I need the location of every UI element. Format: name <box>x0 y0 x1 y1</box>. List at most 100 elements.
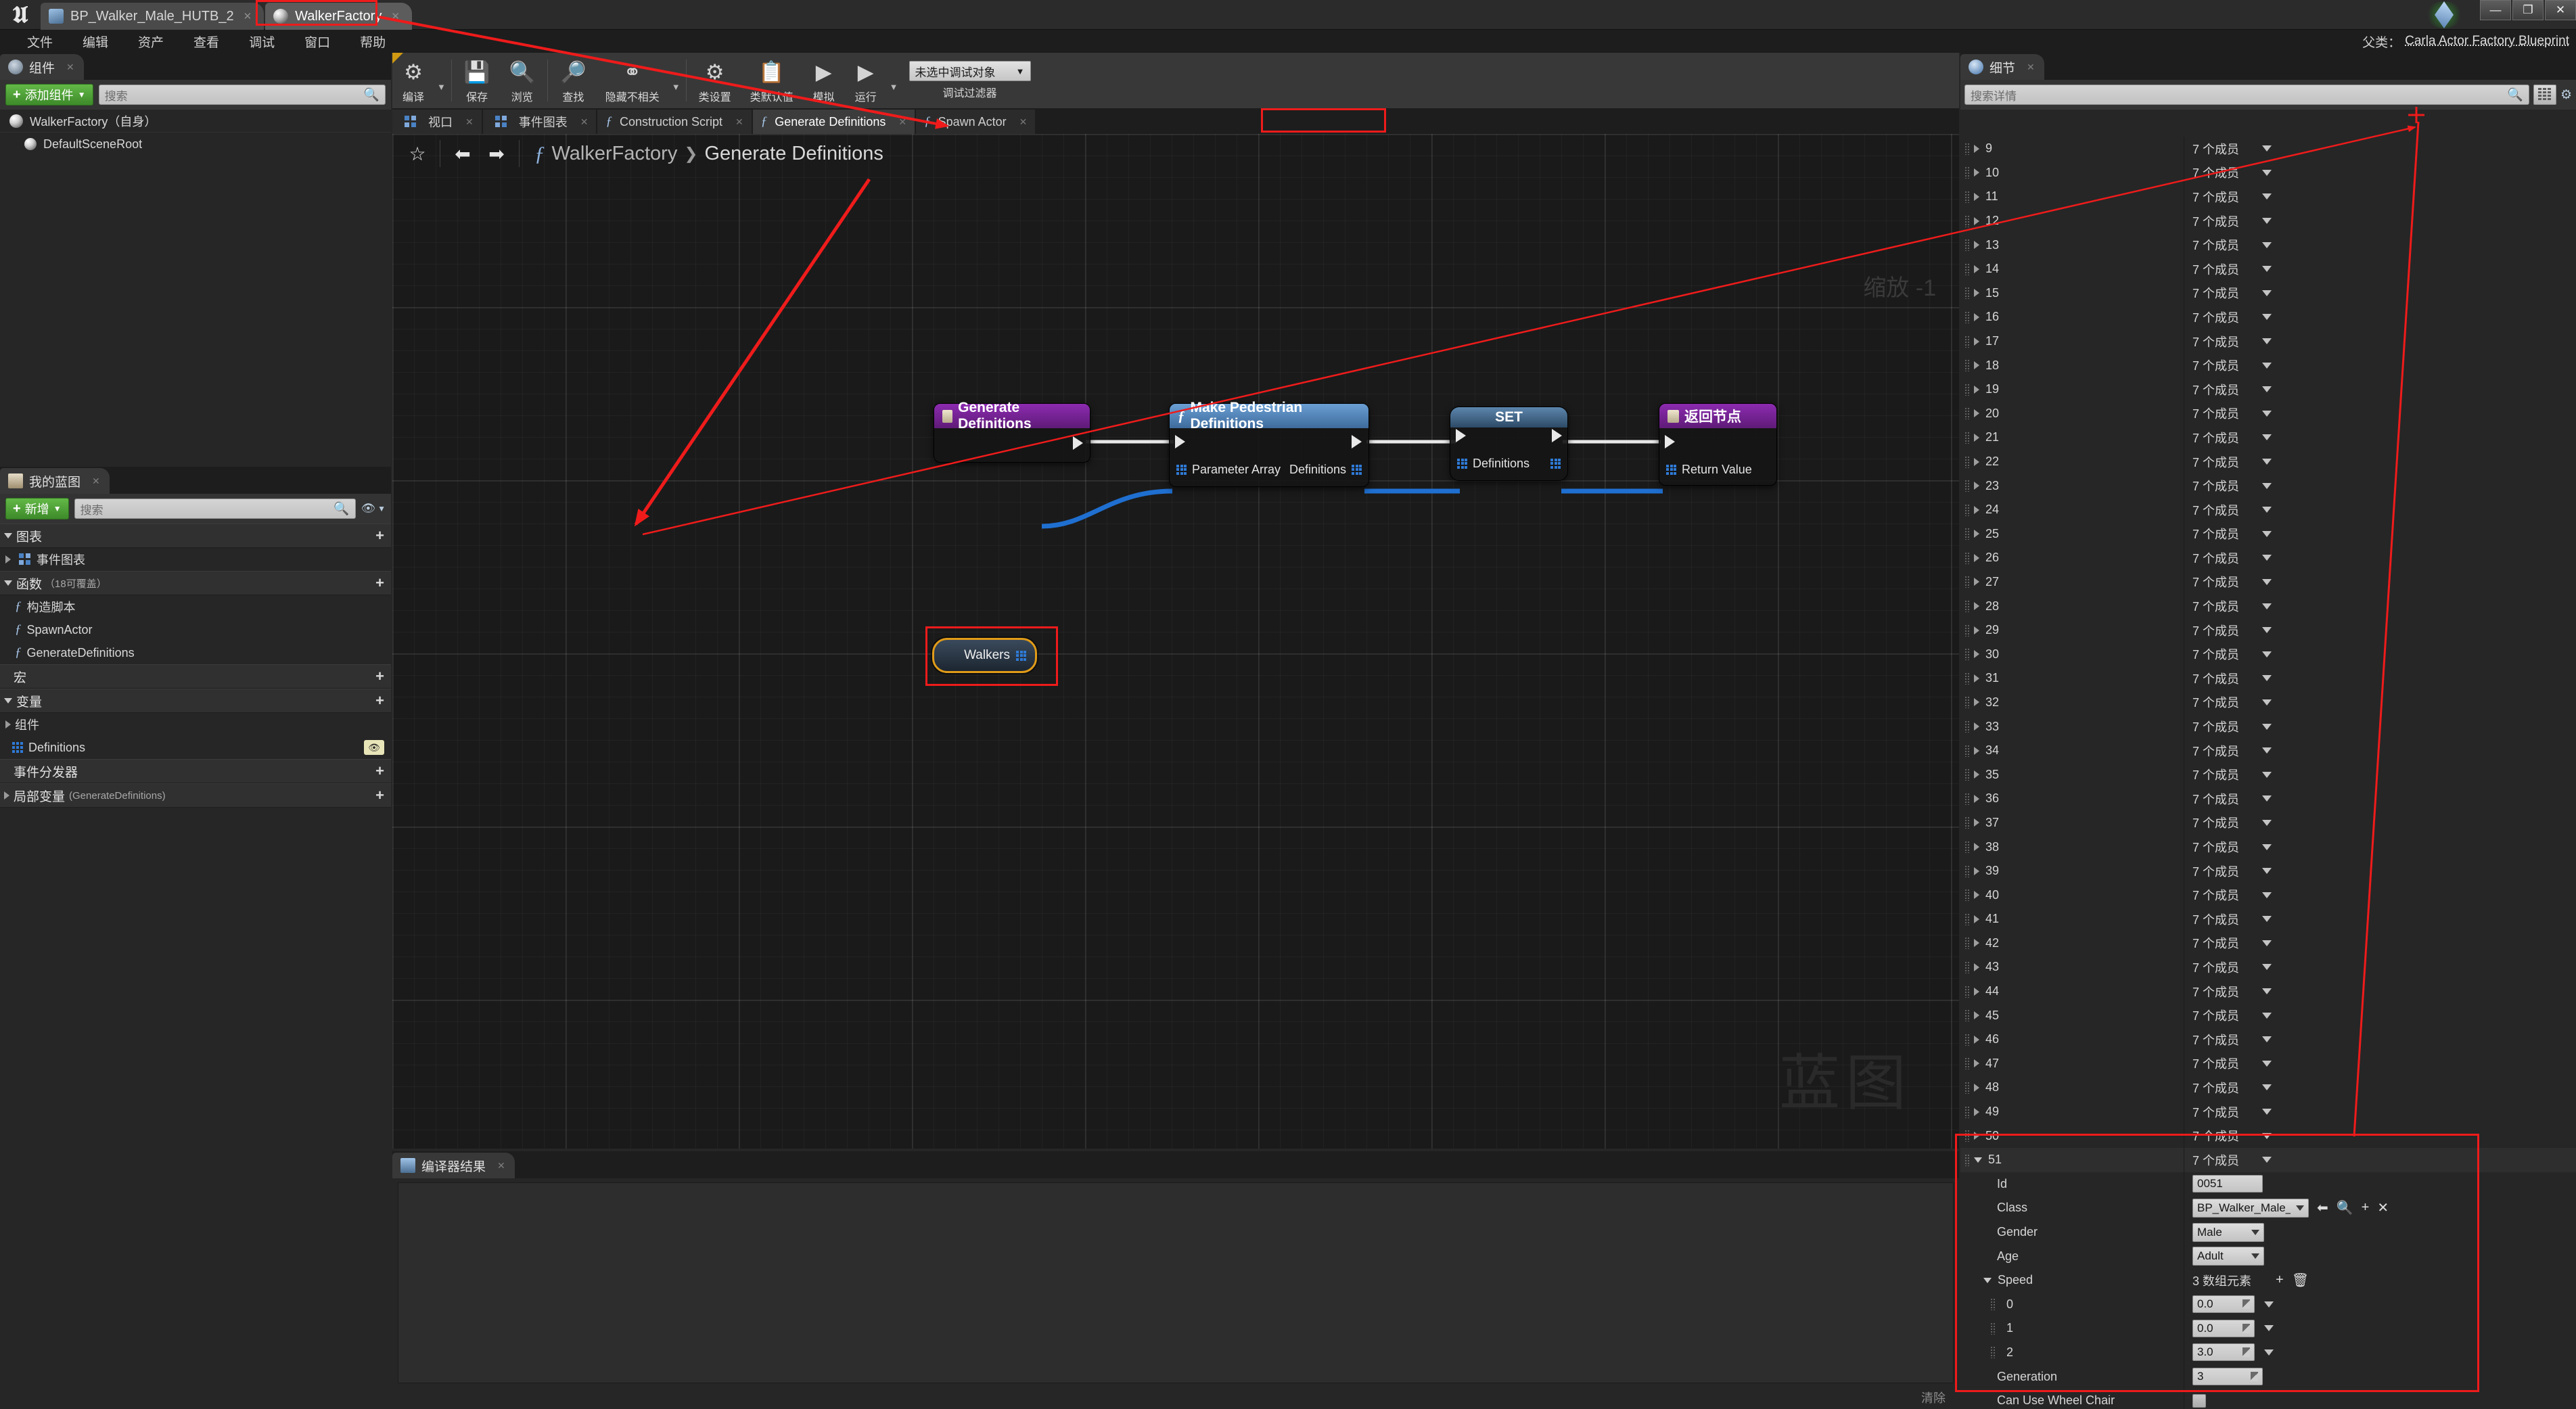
menu-help[interactable]: 帮助 <box>345 32 400 51</box>
chevron-right-icon[interactable] <box>1974 987 1979 996</box>
chevron-down-icon[interactable] <box>2262 193 2272 200</box>
chevron-down-icon[interactable] <box>2262 507 2272 513</box>
chevron-right-icon[interactable] <box>1974 746 1979 755</box>
graph-tab-event-graph[interactable]: 事件图表 ✕ <box>482 110 597 134</box>
component-row-walkerfactory[interactable]: WalkerFactory（自身） <box>0 110 391 133</box>
toolbar-hide-unrelated-button[interactable]: ⚭ 隐藏不相关 <box>596 54 669 107</box>
item-definitions-variable[interactable]: Definitions 👁 <box>0 736 391 759</box>
spinner-icon[interactable] <box>2251 1372 2258 1382</box>
graph-tab-spawn-actor[interactable]: ƒ Spawn Actor ✕ <box>916 110 1036 134</box>
details-row[interactable]: 50 7 个成员 <box>1960 1124 2576 1148</box>
drag-handle-icon[interactable] <box>1964 480 1971 492</box>
details-row[interactable]: 12 7 个成员 <box>1960 208 2576 233</box>
toolbar-find-button[interactable]: 🔎 查找 <box>551 54 596 107</box>
item-components-group[interactable]: 组件 <box>0 713 391 736</box>
chevron-right-icon[interactable] <box>1974 1011 1979 1020</box>
chevron-down-icon[interactable] <box>2262 555 2272 561</box>
graph-tab-viewport[interactable]: 视口 ✕ <box>392 110 482 134</box>
chevron-down-icon[interactable] <box>1983 1277 1992 1283</box>
chevron-down-icon[interactable] <box>2262 241 2272 248</box>
drag-handle-icon[interactable] <box>1964 310 1971 323</box>
document-tab-walkerfactory[interactable]: WalkerFactory ✕ <box>265 3 412 30</box>
chevron-down-icon[interactable] <box>2262 988 2272 995</box>
chevron-right-icon[interactable] <box>1974 843 1979 852</box>
chevron-down-icon[interactable]: ▼ <box>672 70 681 92</box>
details-row[interactable]: 29 7 个成员 <box>1960 618 2576 643</box>
details-search-input[interactable]: 搜索详情 🔍 <box>1964 85 2529 105</box>
tab-details[interactable]: 细节 ✕ <box>1960 54 2044 80</box>
chevron-down-icon[interactable] <box>2262 1036 2272 1043</box>
drag-handle-icon[interactable] <box>1964 335 1971 348</box>
chevron-right-icon[interactable] <box>1974 1132 1979 1140</box>
details-field-id[interactable]: Id 0051 <box>1960 1172 2576 1197</box>
chevron-down-icon[interactable] <box>2262 530 2272 537</box>
drag-handle-icon[interactable] <box>1964 455 1971 468</box>
details-row[interactable]: 11 7 个成员 <box>1960 185 2576 209</box>
back-arrow-icon[interactable]: ⬅ <box>447 139 478 168</box>
close-icon[interactable]: ✕ <box>1019 116 1028 128</box>
graph-tab-construction-script[interactable]: ƒ Construction Script ✕ <box>597 110 752 134</box>
chevron-right-icon[interactable] <box>1974 385 1979 394</box>
drag-handle-icon[interactable] <box>1964 431 1971 444</box>
spinner-icon[interactable] <box>2242 1299 2250 1310</box>
drag-handle-icon[interactable] <box>1964 1130 1971 1142</box>
array-input-pin[interactable] <box>1457 458 1467 469</box>
chevron-down-icon[interactable] <box>2264 1301 2274 1308</box>
drag-handle-icon[interactable] <box>1964 1009 1971 1022</box>
details-row[interactable]: 33 7 个成员 <box>1960 714 2576 739</box>
generation-input[interactable]: 3 <box>2192 1368 2263 1386</box>
chevron-down-icon[interactable] <box>2262 169 2272 176</box>
drag-handle-icon[interactable] <box>1964 1105 1971 1118</box>
chevron-down-icon[interactable] <box>2262 1012 2272 1019</box>
drag-handle-icon[interactable] <box>1964 262 1971 275</box>
chevron-right-icon[interactable] <box>1974 1035 1979 1044</box>
array-output-pin[interactable] <box>1016 650 1026 661</box>
chevron-right-icon[interactable] <box>1974 457 1979 466</box>
drag-handle-icon[interactable] <box>1964 1081 1971 1094</box>
add-variable-button[interactable]: + <box>375 692 384 710</box>
details-row[interactable]: 44 7 个成员 <box>1960 979 2576 1004</box>
section-macros[interactable]: 宏 + <box>0 664 391 689</box>
drag-handle-icon[interactable] <box>1964 214 1971 227</box>
details-row[interactable]: 48 7 个成员 <box>1960 1076 2576 1100</box>
chevron-right-icon[interactable] <box>1974 1059 1979 1068</box>
details-row[interactable]: 45 7 个成员 <box>1960 1003 2576 1027</box>
grid-view-icon[interactable] <box>2533 85 2556 105</box>
maximize-button[interactable]: ❐ <box>2512 0 2544 20</box>
details-row[interactable]: 25 7 个成员 <box>1960 522 2576 547</box>
chevron-right-icon[interactable] <box>1974 794 1979 803</box>
drag-handle-icon[interactable] <box>1964 672 1971 685</box>
chevron-down-icon[interactable] <box>2262 362 2272 369</box>
drag-handle-icon[interactable] <box>1964 720 1971 733</box>
drag-handle-icon[interactable] <box>1964 1033 1971 1046</box>
add-icon[interactable]: + <box>2276 1272 2284 1288</box>
chevron-down-icon[interactable] <box>2262 844 2272 850</box>
item-generatedefinitions[interactable]: ƒ GenerateDefinitions <box>0 641 391 664</box>
chevron-right-icon[interactable] <box>1974 626 1979 634</box>
chevron-right-icon[interactable] <box>1974 963 1979 971</box>
back-arrow-icon[interactable]: ⬅ <box>2317 1199 2328 1216</box>
add-event-dispatcher-button[interactable]: + <box>375 762 384 780</box>
menu-window[interactable]: 窗口 <box>290 32 345 51</box>
add-new-button[interactable]: + 新增 ▼ <box>5 498 69 519</box>
array-output-pin[interactable] <box>1550 458 1561 469</box>
add-component-button[interactable]: + 添加组件 ▼ <box>5 84 93 106</box>
clear-button[interactable]: 清除 <box>1921 1389 1946 1406</box>
chevron-right-icon[interactable] <box>1974 698 1979 707</box>
close-button[interactable]: ✕ <box>2545 0 2576 20</box>
components-search-input[interactable]: 搜索 🔍 <box>98 85 386 105</box>
close-icon[interactable]: ✕ <box>465 116 474 128</box>
drag-handle-icon[interactable] <box>1964 913 1971 925</box>
drag-handle-icon[interactable] <box>1964 985 1971 998</box>
drag-handle-icon[interactable] <box>1964 841 1971 854</box>
minimize-button[interactable]: — <box>2480 0 2511 20</box>
details-row[interactable]: 27 7 个成员 <box>1960 570 2576 595</box>
chevron-down-icon[interactable] <box>2264 1349 2274 1356</box>
chevron-down-icon[interactable] <box>2262 651 2272 657</box>
toolbar-class-defaults-button[interactable]: 📋 类默认值 <box>741 54 803 107</box>
settings-icon[interactable]: ⚙ <box>2560 87 2572 103</box>
menu-debug[interactable]: 调试 <box>234 32 290 51</box>
details-row[interactable]: 35 7 个成员 <box>1960 762 2576 787</box>
speed-1-input[interactable]: 0.0 <box>2192 1319 2255 1337</box>
details-row[interactable]: 42 7 个成员 <box>1960 931 2576 956</box>
